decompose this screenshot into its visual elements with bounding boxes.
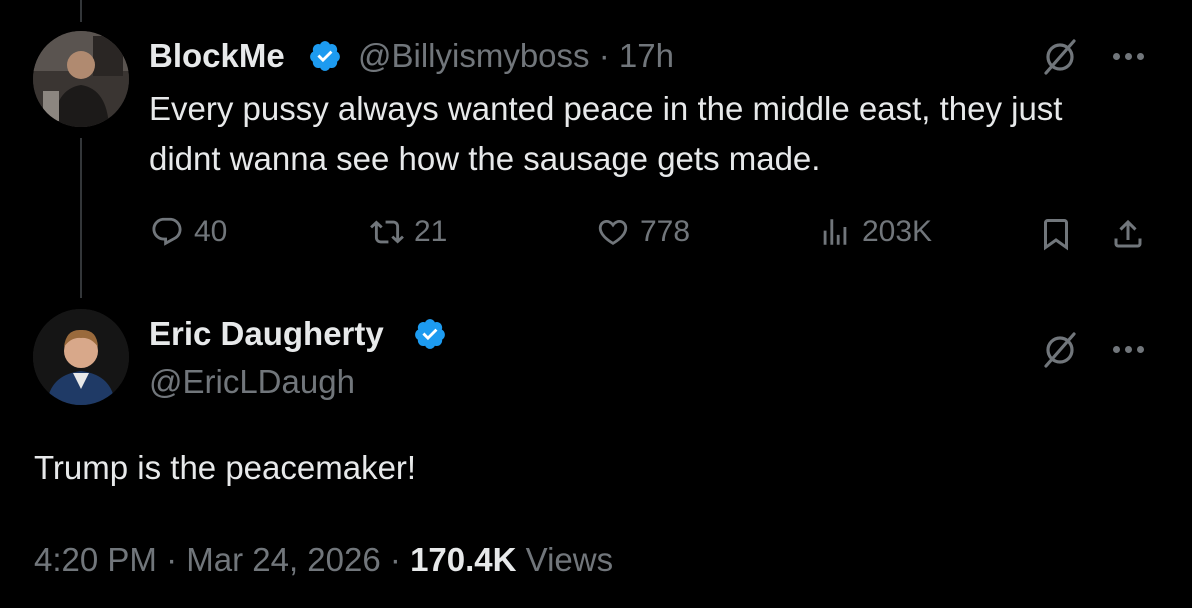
tweet1-text: Every pussy always wanted peace in the m…	[149, 90, 1063, 177]
verified-badge-icon	[310, 41, 340, 71]
tweet1-author-name[interactable]: BlockMe	[149, 37, 285, 75]
like-count: 778	[640, 215, 691, 248]
more-options-icon[interactable]	[1113, 346, 1144, 353]
avatar[interactable]	[33, 31, 129, 127]
retweet-icon	[370, 220, 404, 244]
separator: ·	[166, 541, 178, 578]
tweet1-timestamp[interactable]: 17h	[619, 37, 674, 74]
tweet2-views-label: Views	[525, 541, 614, 578]
verified-badge-icon	[415, 319, 445, 349]
retweet-count: 21	[414, 215, 448, 248]
like-button[interactable]: 778	[596, 215, 690, 249]
tweet2-handle[interactable]: @EricLDaugh	[149, 363, 355, 401]
tweet1-handle[interactable]: @Billyismyboss · 17h	[358, 37, 674, 75]
reply-count: 40	[194, 215, 228, 248]
avatar-photo-icon	[33, 31, 129, 127]
avatar-photo-icon	[33, 309, 129, 405]
tweet2-time[interactable]: 4:20 PM	[34, 541, 157, 578]
avatar[interactable]	[33, 309, 129, 405]
thread-line	[80, 138, 82, 298]
grok-icon[interactable]	[1040, 330, 1080, 370]
separator: ·	[598, 37, 610, 74]
tweet1-handle-text[interactable]: @Billyismyboss	[358, 37, 590, 74]
tweet2-footer: 4:20 PM · Mar 24, 2026 · 170.4K Views	[34, 541, 613, 579]
more-options-icon[interactable]	[1113, 53, 1144, 60]
bookmark-icon[interactable]	[1038, 216, 1074, 252]
share-icon[interactable]	[1110, 216, 1146, 252]
reply-button[interactable]: 40	[150, 215, 227, 249]
tweet2-text: Trump is the peacemaker!	[34, 449, 417, 486]
views-count: 203K	[862, 215, 933, 248]
thread-line-top	[80, 0, 82, 22]
analytics-icon	[823, 219, 847, 245]
tweet2-author-name[interactable]: Eric Daugherty	[149, 315, 384, 353]
retweet-button[interactable]: 21	[370, 215, 447, 249]
reply-icon	[152, 217, 182, 246]
tweet2-date[interactable]: Mar 24, 2026	[186, 541, 380, 578]
separator: ·	[389, 541, 401, 578]
tweet2-views-count: 170.4K	[410, 541, 517, 578]
heart-icon	[598, 219, 628, 245]
views-button[interactable]: 203K	[818, 215, 932, 249]
grok-icon[interactable]	[1040, 37, 1080, 77]
